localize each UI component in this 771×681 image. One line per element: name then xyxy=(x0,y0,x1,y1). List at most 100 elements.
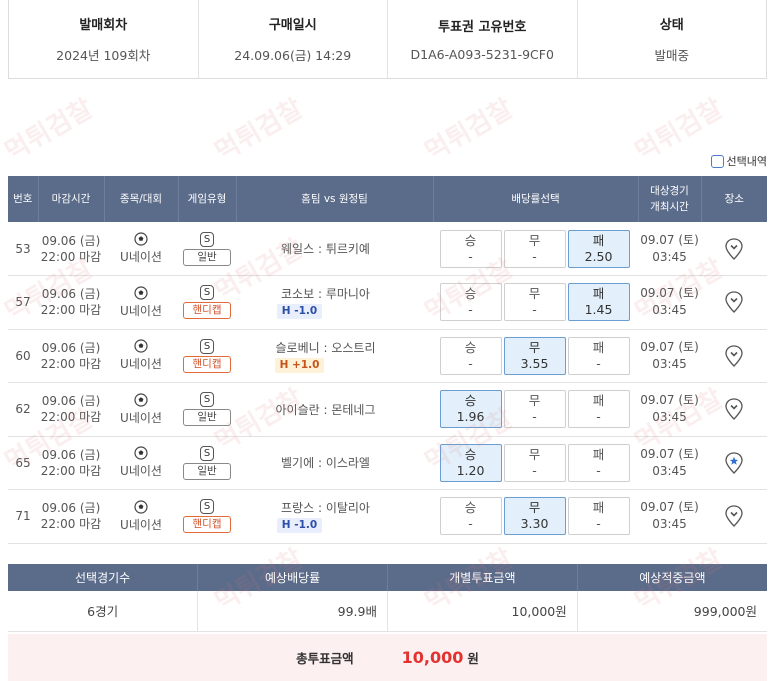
checkbox-icon[interactable] xyxy=(710,154,724,168)
deadline: 09.06 (금) 22:00 마감 xyxy=(38,275,104,330)
summary-stake-label: 개별투표금액 xyxy=(387,564,578,591)
home-team: 벨기에 xyxy=(281,456,315,471)
col-sport: 종목/대회 xyxy=(104,176,179,222)
table-row: 57 09.06 (금) 22:00 마감 U네이션 S 핸디캡 코소보 : 루마니아 H -… xyxy=(8,275,767,330)
odds-draw-label: 무 xyxy=(528,286,541,302)
summary-stake-value: 10,000원 xyxy=(387,591,578,632)
odds-draw-button[interactable]: 무- xyxy=(503,229,566,268)
odds-win-button[interactable]: 승- xyxy=(439,283,502,322)
odds-win-button[interactable]: 승 1.20 xyxy=(439,443,502,482)
col-odds: 배당률선택 xyxy=(433,176,639,222)
odds-win-label: 승 xyxy=(464,339,477,355)
ticket-id-label: 투표권 고유번호 xyxy=(438,20,527,35)
summary-games-label: 선택경기수 xyxy=(8,564,199,591)
venue-pin-icon[interactable] xyxy=(724,345,744,367)
soccer-ball-icon xyxy=(134,500,148,514)
sport-code-badge: S xyxy=(200,499,214,515)
odds-lose-value: 1.45 xyxy=(584,302,613,318)
game-type: S 핸디캡 xyxy=(178,489,236,544)
odds-win-button[interactable]: 승 1.96 xyxy=(439,390,502,429)
match-time: 03:45 xyxy=(652,463,687,478)
league-name: U네이션 xyxy=(120,303,162,318)
odds-win-value: - xyxy=(468,302,473,318)
matchup-names: 벨기에 : 이스라엘 xyxy=(281,456,370,471)
watermark-text: 먹튀검찰 xyxy=(420,93,519,168)
odds-draw-label: 무 xyxy=(528,446,541,462)
odds-lose-label: 패 xyxy=(592,446,605,462)
col-date-line1: 대상경기 xyxy=(650,185,689,197)
odds-draw-button[interactable]: 무 3.55 xyxy=(503,336,566,375)
deadline-time: 22:00 마감 xyxy=(40,463,102,478)
odds-draw-label: 무 xyxy=(528,339,541,355)
match-datetime: 09.07 (토) 03:45 xyxy=(638,275,701,330)
summary-games-value: 6경기 xyxy=(8,591,199,632)
odds-win-button[interactable]: 승- xyxy=(439,336,502,375)
table-row: 53 09.06 (금) 22:00 마감 U네이션 S 일반 웨일스 : 튀르키예 승 - 무 -… xyxy=(8,222,767,276)
odds-win-value: - xyxy=(468,248,473,264)
purchase-value: 24.09.06(금) 14:29 xyxy=(234,48,352,63)
venue-pin-icon[interactable] xyxy=(724,505,744,528)
sport-code-badge: S xyxy=(200,231,214,247)
matchup: 프랑스 : 이탈리아 H -1.0 xyxy=(236,489,433,544)
odds-win-button[interactable]: 승- xyxy=(439,229,502,268)
game-number: 62 xyxy=(8,382,38,437)
sport-code-badge: S xyxy=(200,392,214,408)
home-team: 프랑스 xyxy=(281,501,315,516)
purchase-cell: 구매일시 24.09.06(금) 14:29 xyxy=(199,0,388,78)
match-datetime: 09.07 (토) 03:45 xyxy=(638,489,701,544)
odds-cell: 승 1.20 무 - 패 - xyxy=(433,436,638,490)
odds-draw-label: 무 xyxy=(528,500,541,516)
odds-lose-button[interactable]: 패- xyxy=(567,336,630,375)
odds-draw-button[interactable]: 무- xyxy=(503,443,566,482)
status-label: 상태 xyxy=(659,18,684,33)
odds-lose-button[interactable]: 패- xyxy=(567,497,630,536)
deadline-time: 22:00 마감 xyxy=(40,410,102,425)
sport: U네이션 xyxy=(104,275,178,330)
sport-code-badge: S xyxy=(200,338,214,354)
venue-cell xyxy=(701,275,767,330)
summary-payout-label: 예상적중금액 xyxy=(577,564,767,591)
match-datetime: 09.07 (토) 03:45 xyxy=(638,222,701,276)
odds-draw-button[interactable]: 무 3.30 xyxy=(503,497,566,536)
odds-win-button[interactable]: 승- xyxy=(439,497,502,536)
status-cell: 상태 발매중 xyxy=(578,0,767,78)
matchup-names: 슬로베니 : 오스트리 xyxy=(275,340,376,355)
watermark-text: 먹튀검찰 xyxy=(0,93,99,168)
sport: U네이션 xyxy=(104,382,178,437)
venue-pin-icon[interactable] xyxy=(724,237,744,260)
deadline-date: 09.06 (금) xyxy=(41,233,101,248)
home-team: 아이슬란 xyxy=(275,402,320,417)
summary-table: 선택경기수 예상배당률 개별투표금액 예상적중금액 6경기 99.9배 10,0… xyxy=(8,564,767,632)
soccer-ball-icon xyxy=(134,446,148,460)
game-type: S 일반 xyxy=(178,436,236,490)
summary-odds-value: 99.9배 xyxy=(197,591,388,632)
odds-lose-button[interactable]: 패 1.45 xyxy=(567,283,630,322)
odds-draw-button[interactable]: 무- xyxy=(503,390,566,429)
select-history-checkbox[interactable]: 선택내역 xyxy=(710,153,767,169)
venue-pin-icon[interactable] xyxy=(724,291,744,314)
odds-lose-button[interactable]: 패- xyxy=(567,443,630,482)
venue-cell xyxy=(701,329,767,383)
odds-draw-button[interactable]: 무- xyxy=(503,283,566,322)
game-number: 65 xyxy=(8,436,38,490)
match-time: 03:45 xyxy=(652,303,687,318)
matchup-names: 웨일스 : 튀르키예 xyxy=(281,242,370,256)
handicap-badge: H +1.0 xyxy=(274,357,325,373)
odds-lose-button[interactable]: 패- xyxy=(567,390,630,429)
matchup: 코소보 : 루마니아 H -1.0 xyxy=(236,275,433,330)
odds-draw-value: - xyxy=(532,248,537,264)
round-cell: 발매회차 2024년 109회차 xyxy=(9,0,199,78)
league-name: U네이션 xyxy=(120,517,162,532)
odds-cell: 승 - 무 - 패 2.50 xyxy=(433,222,638,276)
col-deadline: 마감시간 xyxy=(38,176,105,222)
venue-pin-icon[interactable] xyxy=(724,398,744,421)
soccer-ball-icon xyxy=(134,339,148,353)
match-date: 09.07 (토) xyxy=(640,393,699,408)
odds-draw-value: - xyxy=(532,302,537,318)
game-type: S 핸디캡 xyxy=(178,275,236,330)
ticket-info-table: 발매회차 2024년 109회차 구매일시 24.09.06(금) 14:29 … xyxy=(8,0,767,79)
game-number: 53 xyxy=(8,222,38,276)
odds-lose-button[interactable]: 패 2.50 xyxy=(567,229,630,268)
game-number: 71 xyxy=(8,489,38,544)
venue-star-pin-icon[interactable] xyxy=(724,452,744,474)
